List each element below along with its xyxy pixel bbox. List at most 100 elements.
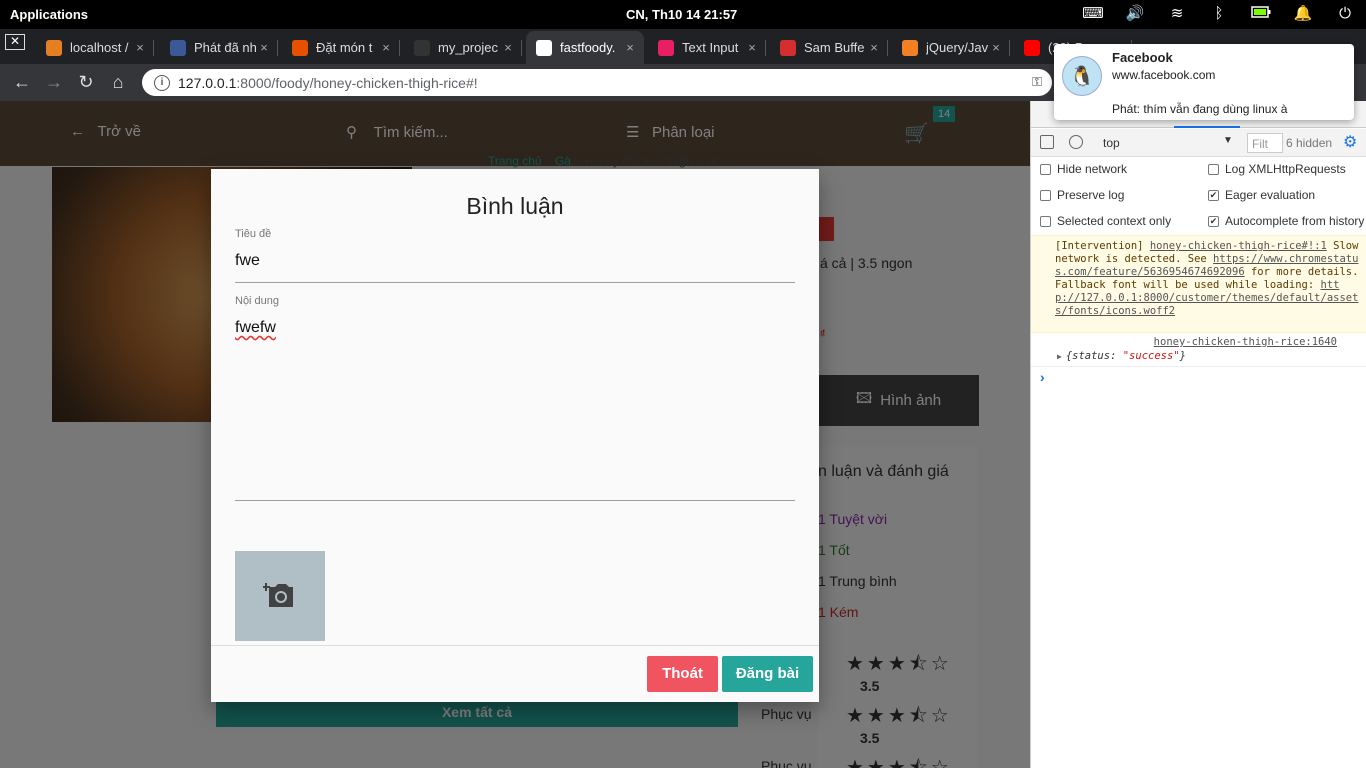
warning-source-link[interactable]: honey-chicken-thigh-rice#!:1 xyxy=(1150,240,1327,252)
clock[interactable]: CN, Th10 14 21:57 xyxy=(626,7,737,22)
console-divider xyxy=(1031,366,1366,367)
console-option[interactable]: ✔ Autocomplete from history xyxy=(1208,214,1364,228)
clear-console-icon[interactable] xyxy=(1069,135,1083,149)
console-option[interactable]: Selected context only xyxy=(1040,214,1171,228)
content-underline xyxy=(235,500,795,501)
os-top-bar: Applications CN, Th10 14 21:57 ⌨ 🔊 ≋ ᛒ 🔔… xyxy=(0,0,1366,29)
console-option[interactable]: Log XMLHttpRequests xyxy=(1208,162,1346,176)
option-label: Eager evaluation xyxy=(1225,188,1316,202)
tab-favicon-icon xyxy=(292,39,308,56)
battery-icon[interactable] xyxy=(1250,5,1272,23)
browser-tab[interactable]: Sam Buffe × xyxy=(770,31,888,64)
console-option[interactable]: ✔ Eager evaluation xyxy=(1208,188,1315,202)
tab-close-icon[interactable]: × xyxy=(866,40,882,55)
console-prompt[interactable]: › xyxy=(1040,369,1045,385)
tab-title: jQuery/Jav xyxy=(926,40,988,55)
notification-message: Phát: thím vẫn đang dùng linux à xyxy=(1112,102,1288,116)
tab-title: Đặt món t xyxy=(316,40,373,55)
tab-close-icon[interactable]: × xyxy=(378,40,394,55)
devtools-panel: top ▼ Filt 6 hidden ⚙ Hide network Log XM… xyxy=(1030,101,1366,768)
applications-menu[interactable]: Applications xyxy=(10,7,88,22)
tab-favicon-icon xyxy=(170,39,186,56)
comment-modal: Bình luận Tiêu đề fwe Nội dung fwefw Tho… xyxy=(211,169,819,702)
home-icon[interactable]: ⌂ xyxy=(106,70,130,94)
log-source-link[interactable]: honey-chicken-thigh-rice:1640 xyxy=(1154,336,1337,348)
option-label: Hide network xyxy=(1057,162,1128,176)
tab-title: Phát đã nh xyxy=(194,40,256,55)
checkbox[interactable] xyxy=(1040,215,1051,227)
modal-footer-divider xyxy=(211,645,819,646)
console-option[interactable]: Hide network xyxy=(1040,162,1127,176)
add-photo-button[interactable] xyxy=(235,551,325,641)
tab-favicon-icon xyxy=(46,39,62,56)
browser-tab[interactable]: Text Input × xyxy=(648,31,766,64)
title-underline xyxy=(235,282,795,283)
gear-icon[interactable]: ⚙ xyxy=(1343,132,1357,152)
modal-title: Bình luận xyxy=(466,193,564,219)
tab-close-icon[interactable]: × xyxy=(744,40,760,55)
forward-arrow-icon[interactable]: → xyxy=(42,70,66,94)
notification-app: Facebook xyxy=(1112,50,1173,65)
tab-favicon-icon xyxy=(902,39,918,56)
checkbox[interactable]: ✔ xyxy=(1208,215,1219,227)
dropdown-arrow-icon[interactable]: ▼ xyxy=(1223,135,1233,146)
checkbox[interactable] xyxy=(1208,163,1219,175)
expand-triangle-icon[interactable]: ▶ xyxy=(1057,352,1062,361)
browser-tab[interactable]: localhost / × xyxy=(36,31,154,64)
console-warning: [Intervention] honey-chicken-thigh-rice#… xyxy=(1031,235,1366,333)
tab-close-icon[interactable]: × xyxy=(132,40,148,55)
browser-tab[interactable]: Đặt món t × xyxy=(282,31,400,64)
keyboard-icon[interactable]: ⌨ xyxy=(1082,5,1104,23)
browser-tab[interactable]: jQuery/Jav × xyxy=(892,31,1010,64)
system-tray: ⌨ 🔊 ≋ ᛒ 🔔 ⏻ xyxy=(1082,5,1356,23)
add-photo-icon xyxy=(263,583,293,607)
checkbox[interactable] xyxy=(1040,163,1051,175)
tab-separator xyxy=(1009,40,1010,56)
info-icon[interactable]: i xyxy=(154,74,170,91)
checkbox[interactable]: ✔ xyxy=(1208,189,1219,201)
key-icon[interactable]: ⚿ xyxy=(1032,74,1042,90)
bell-icon[interactable]: 🔔 xyxy=(1292,5,1314,23)
tab-close-icon[interactable]: × xyxy=(256,40,272,55)
post-button[interactable]: Đăng bài xyxy=(722,656,813,692)
sidebar-toggle-icon[interactable] xyxy=(1040,135,1054,149)
context-select[interactable]: top xyxy=(1103,136,1120,150)
tab-favicon-icon xyxy=(780,39,796,56)
browser-tab[interactable]: Phát đã nh × xyxy=(160,31,278,64)
facebook-notification[interactable]: 🐧 Facebook www.facebook.com Phát: thím v… xyxy=(1054,44,1354,120)
option-label: Autocomplete from history xyxy=(1225,214,1365,228)
content-textarea[interactable]: fwefw xyxy=(235,319,276,337)
tab-title: my_projec xyxy=(438,40,498,55)
browser-tab[interactable]: my_projec × xyxy=(404,31,522,64)
browser-tab[interactable]: fastfoody. × xyxy=(526,31,644,64)
checkbox[interactable] xyxy=(1040,189,1051,201)
title-field-label: Tiêu đề xyxy=(235,228,272,240)
console-filter-input[interactable]: Filt xyxy=(1247,133,1283,153)
back-arrow-icon[interactable]: ← xyxy=(10,70,34,94)
log-object[interactable]: ▶ {status: "success"} xyxy=(1057,350,1186,362)
console-option[interactable]: Preserve log xyxy=(1040,188,1124,202)
tab-title: fastfoody. xyxy=(560,40,616,55)
tab-favicon-icon xyxy=(536,39,552,56)
tab-separator xyxy=(277,40,278,56)
tab-close-icon[interactable]: × xyxy=(500,40,516,55)
tab-close-icon[interactable]: × xyxy=(622,40,638,55)
tab-separator xyxy=(153,40,154,56)
wifi-icon[interactable]: ≋ xyxy=(1166,5,1188,23)
option-label: Log XMLHttpRequests xyxy=(1225,162,1346,176)
console-toolbar: top ▼ Filt 6 hidden ⚙ xyxy=(1031,129,1366,157)
bluetooth-icon[interactable]: ᛒ xyxy=(1208,5,1230,23)
tab-close-icon[interactable]: × xyxy=(988,40,1004,55)
exit-button[interactable]: Thoát xyxy=(647,656,718,692)
option-label: Selected context only xyxy=(1057,214,1172,228)
title-input[interactable]: fwe xyxy=(235,252,260,270)
active-tab-indicator xyxy=(1174,126,1240,128)
reload-icon[interactable]: ↻ xyxy=(74,70,98,94)
log-value: "success" xyxy=(1122,350,1180,362)
address-bar[interactable]: i 127.0.0.1:8000/foody/honey-chicken-thi… xyxy=(142,69,1052,96)
window-close-button[interactable]: ✕ xyxy=(5,34,25,50)
tab-title: Text Input xyxy=(682,40,739,55)
volume-icon[interactable]: 🔊 xyxy=(1124,5,1146,23)
notification-source: www.facebook.com xyxy=(1112,68,1216,82)
power-icon[interactable]: ⏻ xyxy=(1334,5,1356,23)
